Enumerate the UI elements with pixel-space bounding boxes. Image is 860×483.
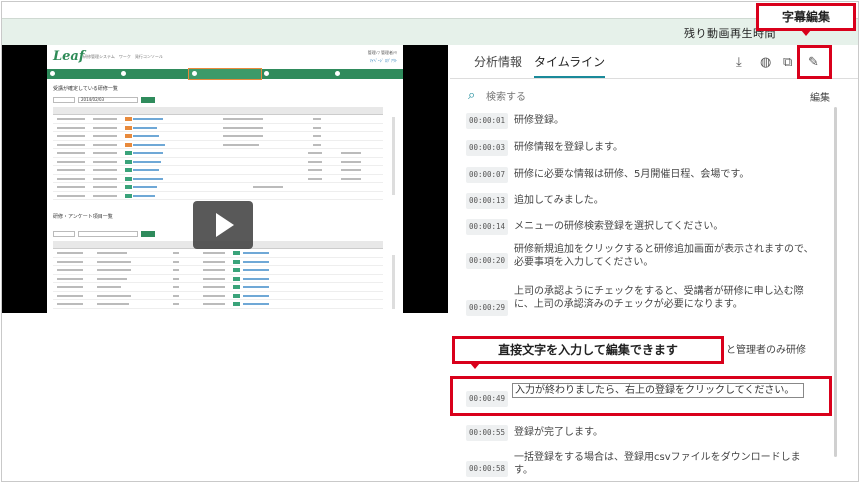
subtitle-text[interactable]: 研修に必要な情報は研修、5月開催日程、会場です。 — [514, 168, 814, 181]
app-nav-item-highlighted — [188, 68, 262, 80]
app-section-title-2: 研修・アンケート項目一覧 — [53, 214, 113, 220]
app-system-name: 研修管理システム ワーク 発行コンソール — [83, 54, 163, 59]
timestamp[interactable]: 00:00:01 — [466, 113, 508, 129]
timestamp[interactable]: 00:00:13 — [466, 193, 508, 209]
highlight-pencil-icon — [797, 45, 832, 79]
app-nav-item — [261, 69, 332, 79]
callout-direct-edit: 直接文字を入力して編集できます — [452, 336, 724, 369]
app-scrollbar — [392, 117, 395, 195]
app-nav-item — [118, 69, 189, 79]
subtitle-text[interactable]: 上司の承認ようにチェックをすると、受講者が研修に申し込む際に、上司の承認済みのチ… — [514, 285, 814, 311]
app-scrollbar-2 — [392, 255, 395, 309]
search-row: ⌕ 編集 — [468, 88, 848, 106]
timestamp[interactable]: 00:00:07 — [466, 167, 508, 183]
play-button[interactable] — [193, 201, 253, 249]
subtitle-text[interactable]: 研修登録。 — [514, 114, 814, 127]
app-user-name: 管理ﾉﾌ 管理者ﾃｷ — [367, 50, 397, 55]
subtitle-text[interactable]: 一括登録をする場合は、登録用csvファイルをダウンロードします。 — [514, 451, 814, 477]
panel-scrollbar[interactable] — [834, 107, 837, 457]
app-nav-item — [332, 69, 403, 79]
app-table-2 — [53, 241, 383, 309]
subtitle-text[interactable]: 研修情報を登録します。 — [514, 141, 814, 154]
timestamp[interactable]: 00:00:55 — [466, 425, 508, 441]
timestamp[interactable]: 00:00:20 — [466, 253, 508, 269]
subtitle-edit-input[interactable]: 入力が終わりましたら、右上の登録をクリックしてください。 — [512, 383, 804, 398]
app-search-row: 2014/02/03 — [53, 97, 155, 103]
callout-subtitle-edit: 字幕編集 — [756, 3, 856, 36]
app-user-links: ﾏｲﾍﾟｰｼﾞ ﾛｸﾞｱｳﾄ — [369, 58, 397, 63]
tab-analysis[interactable]: 分析情報 — [474, 53, 522, 78]
app-logo: Leaf — [53, 49, 85, 64]
video-player[interactable]: Leaf 研修管理システム ワーク 発行コンソール 管理ﾉﾌ 管理者ﾃｷ ﾏｲﾍ… — [2, 45, 448, 313]
subtitle-text[interactable]: と管理者のみ研修 — [726, 344, 836, 357]
app-search-row-2 — [53, 231, 155, 237]
video-frame-app-screenshot: Leaf 研修管理システム ワーク 発行コンソール 管理ﾉﾌ 管理者ﾃｷ ﾏｲﾍ… — [47, 45, 403, 313]
timestamp[interactable]: 00:00:58 — [466, 461, 508, 477]
timestamp[interactable]: 00:00:14 — [466, 219, 508, 235]
panel-tabs: 分析情報 タイムライン — [474, 53, 606, 78]
app-table-1 — [53, 107, 383, 200]
app-section-title: 受講が確定している研修一覧 — [53, 86, 118, 92]
layers-icon[interactable]: ⧉ — [783, 55, 792, 70]
search-icon: ⌕ — [468, 88, 476, 103]
edit-link[interactable]: 編集 — [810, 89, 830, 104]
subtitle-text[interactable]: 研修新規追加をクリックすると研修追加画面が表示されますので、必要事項を入力してく… — [514, 243, 814, 269]
search-input[interactable] — [486, 89, 746, 105]
subtitle-text[interactable]: 追加してみました。 — [514, 194, 814, 207]
download-icon[interactable]: ⤓ — [736, 55, 742, 70]
tab-timeline[interactable]: タイムライン — [534, 53, 606, 78]
app-nav-bar — [47, 68, 403, 80]
app-nav-item — [47, 69, 118, 79]
top-bar: 残り動画再生時間 — [2, 18, 858, 45]
subtitle-text[interactable]: 登録が完了します。 — [514, 426, 814, 439]
timestamp[interactable]: 00:00:03 — [466, 140, 508, 156]
subtitle-text[interactable]: メニューの研修検索登録を選択してください。 — [514, 220, 814, 233]
globe-icon[interactable]: ◍ — [760, 55, 771, 70]
timestamp[interactable]: 00:00:29 — [466, 300, 508, 316]
